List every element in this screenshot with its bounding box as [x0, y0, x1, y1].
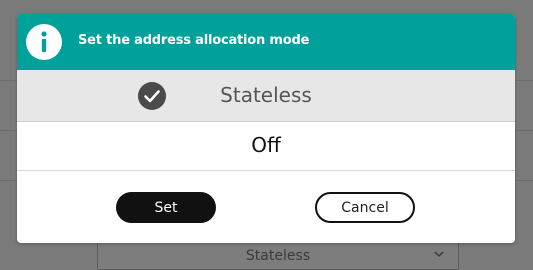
dialog-title: Set the address allocation mode	[78, 33, 310, 48]
background-divider	[515, 180, 533, 181]
info-icon	[26, 24, 62, 60]
background-select-value: Stateless	[245, 248, 311, 264]
background-divider	[0, 130, 18, 131]
cancel-button[interactable]: Cancel	[315, 192, 415, 223]
background-divider	[0, 180, 18, 181]
option-label: Off	[251, 133, 281, 157]
address-allocation-dialog: Set the address allocation mode Stateles…	[17, 14, 515, 243]
chevron-down-icon	[434, 251, 444, 258]
background-divider	[0, 80, 18, 81]
background-mode-select: Stateless	[97, 240, 459, 270]
set-button[interactable]: Set	[116, 192, 216, 223]
option-stateless[interactable]: Stateless	[17, 70, 515, 122]
background-divider	[515, 130, 533, 131]
dialog-header: Set the address allocation mode	[17, 14, 515, 70]
background-divider	[515, 80, 533, 81]
option-label: Stateless	[220, 83, 312, 107]
option-off[interactable]: Off	[17, 122, 515, 171]
